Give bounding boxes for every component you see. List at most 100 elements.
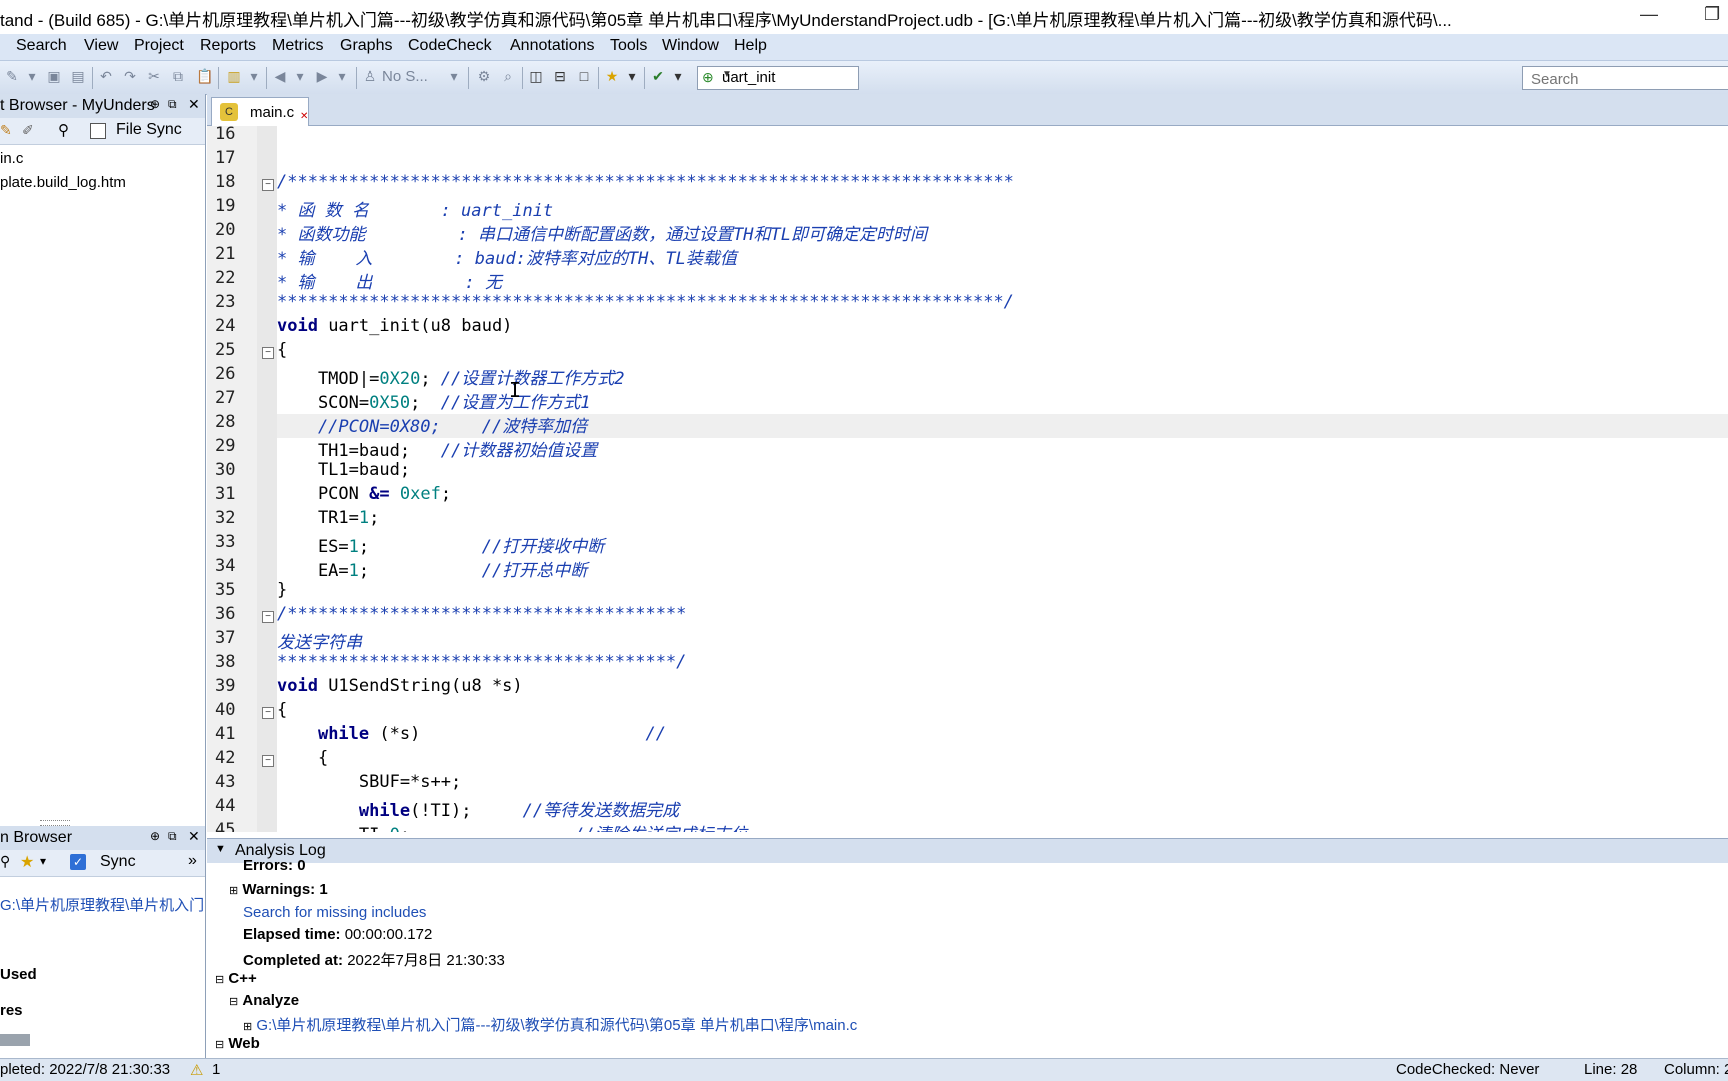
code-line[interactable]: * 函 数 名 : uart_init [277, 196, 553, 221]
redo-icon[interactable]: ↷ [122, 68, 138, 84]
pin-icon[interactable]: ⊕ [150, 97, 160, 111]
horizontal-scrollbar-thumb[interactable] [0, 1034, 30, 1046]
code-line[interactable]: TMOD|=0X20; //设置计数器工作方式2 [277, 364, 625, 389]
code-line[interactable]: { [277, 700, 287, 720]
single-pane-icon[interactable]: □ [576, 68, 592, 84]
collapse-icon[interactable]: ▼ [215, 843, 226, 855]
code-line[interactable]: 发送字符串 [277, 628, 362, 653]
forward-icon[interactable]: ▶ [314, 68, 330, 84]
file-sync-checkbox[interactable] [90, 123, 106, 139]
copy-icon[interactable]: ⧉ [170, 68, 186, 84]
search-input[interactable] [1529, 69, 1723, 89]
star-icon[interactable]: ★ [20, 852, 34, 872]
cut-icon[interactable]: ✂ [146, 68, 162, 84]
float-icon[interactable]: ⧉ [168, 829, 177, 844]
dropdown-arrow-icon[interactable]: ▾ [446, 68, 462, 84]
code-editor[interactable]: 16 17 18−/********************************… [207, 126, 1728, 832]
code-line[interactable]: /*************************************** [277, 604, 686, 624]
fold-toggle-icon[interactable]: − [262, 179, 274, 191]
edit-icon[interactable]: ✎ [0, 122, 12, 139]
back-icon[interactable]: ◀ [272, 68, 288, 84]
user-icon[interactable]: ♙ [362, 68, 378, 84]
code-line[interactable]: void U1SendString(u8 *s) [277, 676, 523, 696]
code-line[interactable]: SCON=0X50; //设置为工作方式1 [277, 388, 591, 413]
code-line[interactable]: EA=1; //打开总中断 [277, 556, 587, 581]
warnings-row[interactable]: ⊞ Warnings: 1 [229, 881, 328, 898]
menu-project[interactable]: Project [134, 37, 184, 55]
close-icon[interactable]: ✕ [300, 111, 308, 122]
fold-toggle-icon[interactable]: − [262, 755, 274, 767]
code-line[interactable]: * 输 入 : baud:波特率对应的TH、TL装载值 [277, 244, 737, 269]
cpp-row[interactable]: ⊟ C++ [215, 970, 257, 987]
file-path-link[interactable]: G:\单片机原理教程\单片机入门篇---初级\教学仿真和源代码\第05章 单片机… [256, 1017, 857, 1034]
code-line[interactable]: SBUF=*s++; [277, 772, 461, 792]
save-icon[interactable]: ▣ [46, 68, 62, 84]
sync-checkbox[interactable]: ✓ [70, 854, 86, 870]
tab-main-c[interactable]: C main.c ✕ [211, 97, 309, 126]
menu-codecheck[interactable]: CodeCheck [408, 37, 492, 55]
collapse-icon[interactable]: ⊟ [215, 974, 224, 986]
menu-graphs[interactable]: Graphs [340, 37, 392, 55]
fold-toggle-icon[interactable]: − [262, 707, 274, 719]
code-line[interactable]: TR1=1; [277, 508, 379, 528]
check-icon[interactable]: ✔ [650, 68, 666, 84]
more-icon[interactable]: » [188, 852, 197, 870]
scope-combo[interactable]: ⊕ uart_init ▼ [697, 66, 859, 90]
collapse-icon[interactable]: ⊟ [229, 996, 238, 1008]
float-icon[interactable]: ⧉ [168, 97, 177, 112]
menu-metrics[interactable]: Metrics [272, 37, 324, 55]
expand-icon[interactable]: ⊞ [243, 1021, 252, 1033]
code-line[interactable]: ***************************************/ [277, 652, 686, 672]
code-line[interactable]: /***************************************… [277, 172, 1014, 192]
code-line[interactable]: } [277, 580, 287, 600]
tree-item-main-c[interactable]: in.c [0, 150, 23, 167]
web-row[interactable]: ⊟ Web [215, 1035, 260, 1052]
dropdown-arrow-icon[interactable]: ▾ [624, 68, 640, 84]
code-line[interactable]: while(!TI); //等待发送数据完成 [277, 796, 679, 821]
search-box[interactable] [1522, 66, 1728, 90]
search-missing-includes-link[interactable]: Search for missing includes [243, 904, 426, 921]
analyze-row[interactable]: ⊟ Analyze [229, 992, 299, 1009]
pencil-icon[interactable]: ✎ [4, 68, 20, 84]
menu-view[interactable]: View [84, 37, 118, 55]
split-vertical-icon[interactable]: ◫ [528, 68, 544, 84]
build-icon[interactable]: ▥ [226, 68, 242, 84]
code-line[interactable]: * 函数功能 : 串口通信中断配置函数，通过设置TH和TL即可确定定时时间 [277, 220, 927, 245]
code-line[interactable]: TH1=baud; //计数器初始值设置 [277, 436, 597, 461]
dropdown-arrow-icon[interactable]: ▾ [334, 68, 350, 84]
entity-path[interactable]: G:\单片机原理教程\单片机入门 [0, 894, 205, 915]
dropdown-arrow-icon[interactable]: ▾ [670, 68, 686, 84]
chevron-down-icon[interactable]: ▼ [722, 69, 856, 80]
dropdown-arrow-icon[interactable]: ▾ [246, 68, 262, 84]
warning-count[interactable]: 1 [212, 1061, 220, 1078]
minimize-button[interactable]: — [1640, 4, 1658, 25]
dropdown-arrow-icon[interactable]: ▾ [40, 854, 46, 868]
menu-annotations[interactable]: Annotations [510, 37, 595, 55]
code-line[interactable]: ****************************************… [277, 292, 1014, 312]
save-all-icon[interactable]: ▤ [70, 68, 86, 84]
split-horizontal-icon[interactable]: ⊟ [552, 68, 568, 84]
warning-icon[interactable]: ⚠ [190, 1061, 203, 1079]
code-line[interactable]: void uart_init(u8 baud) [277, 316, 512, 336]
code-line[interactable]: TI=0; //清除发送完成标志位 [277, 820, 747, 832]
fold-toggle-icon[interactable]: − [262, 347, 274, 359]
code-line[interactable]: TL1=baud; [277, 460, 410, 480]
file-path-row[interactable]: ⊞ G:\单片机原理教程\单片机入门篇---初级\教学仿真和源代码\第05章 单… [243, 1014, 857, 1035]
paste-icon[interactable]: 📋 [196, 68, 213, 84]
code-line[interactable]: while (*s) // [277, 724, 666, 744]
code-line[interactable]: * 输 出 : 无 [277, 268, 502, 293]
close-icon[interactable]: ✕ [188, 96, 200, 113]
code-line[interactable]: //PCON=0X80; //波特率加倍 [277, 412, 587, 437]
tree-item-build-log[interactable]: plate.build_log.htm [0, 174, 126, 191]
undo-icon[interactable]: ↶ [98, 68, 114, 84]
analysis-log-header[interactable]: ▼ Analysis Log [207, 838, 1728, 864]
code-line[interactable]: ES=1; //打开接收中断 [277, 532, 604, 557]
menu-search[interactable]: Search [16, 37, 67, 55]
edit-icon[interactable]: ✐ [22, 122, 34, 139]
fold-toggle-icon[interactable]: − [262, 611, 274, 623]
menu-help[interactable]: Help [734, 37, 767, 55]
binoculars-icon[interactable]: ⚲ [58, 121, 69, 139]
code-line[interactable]: PCON &= 0xef; [277, 484, 451, 504]
menu-tools[interactable]: Tools [610, 37, 647, 55]
close-icon[interactable]: ✕ [188, 828, 200, 845]
